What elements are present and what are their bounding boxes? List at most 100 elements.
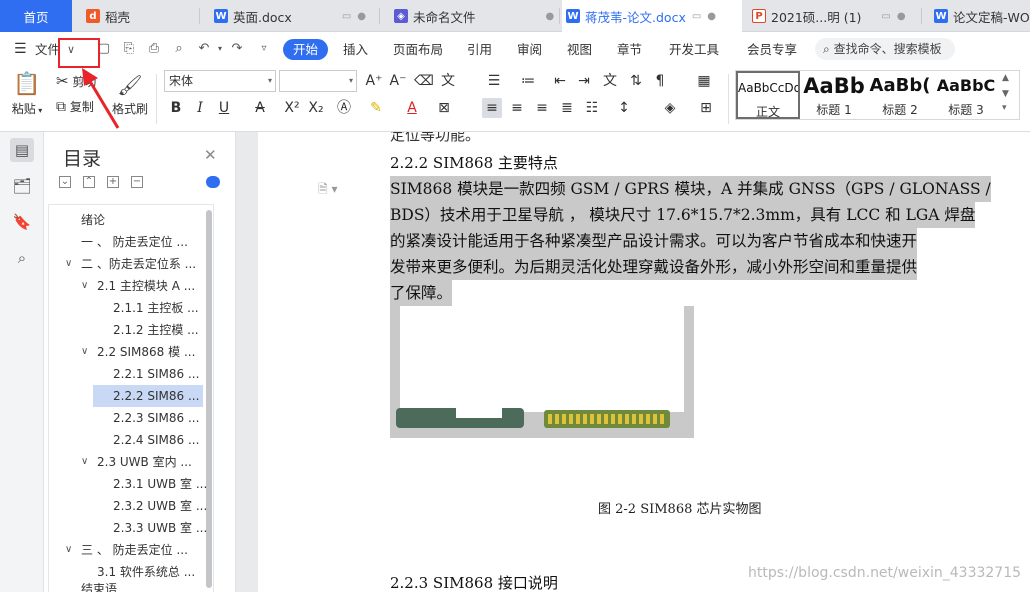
paragraph-menu-icon[interactable]: 🗎 ▾ <box>318 180 338 201</box>
tab-window-icon[interactable]: ▭ <box>881 11 890 22</box>
tab-dot-icon[interactable]: ● <box>357 11 366 22</box>
tab-member[interactable]: 会员专享 <box>747 39 797 60</box>
style-heading2[interactable]: AaBb( 标题 2 <box>868 71 932 119</box>
bookmark-icon[interactable]: 🔖 <box>10 210 34 234</box>
tab-pdf[interactable]: P 2021硕...明 (1) ▭ ● <box>742 0 922 32</box>
decrease-indent-icon[interactable]: ⇤ <box>550 71 570 91</box>
toc-scrollbar[interactable] <box>206 210 212 588</box>
tab-final-thesis[interactable]: W 论文定稿-WOR <box>922 0 1030 32</box>
print-icon[interactable]: ⎙ <box>146 41 162 57</box>
toc-item[interactable]: 2.1.2 主控模 ... <box>49 319 213 341</box>
toc-panel-icon[interactable]: ▤ <box>10 138 34 162</box>
tab-chapter[interactable]: 章节 <box>617 39 642 60</box>
align-left-icon[interactable]: ≡ <box>482 98 502 118</box>
tab-references[interactable]: 引用 <box>467 39 492 60</box>
tab-unnamed[interactable]: ◈ 未命名文件 ● <box>380 0 560 32</box>
font-color-icon[interactable]: A <box>402 98 422 118</box>
tab-review[interactable]: 审阅 <box>517 39 542 60</box>
file-menu[interactable]: 文件 <box>35 39 60 60</box>
tab-dot-icon[interactable]: ● <box>707 11 716 22</box>
hamburger-icon[interactable]: ☰ <box>14 39 27 60</box>
save-icon[interactable]: ⎘ <box>121 41 137 57</box>
chevron-down-icon[interactable]: ∨ <box>81 341 88 363</box>
clear-format-icon[interactable]: ⌫ <box>414 71 434 91</box>
toc-item[interactable]: 2.3.2 UWB 室 ... <box>49 495 213 517</box>
toc-item[interactable]: ∨ 2.3 UWB 室内 ... <box>49 451 213 473</box>
line-spacing-icon[interactable]: ↕ <box>614 98 634 118</box>
copy-button[interactable]: ⧉ 复制 <box>56 98 106 115</box>
tab-window-icon[interactable]: ▭ <box>342 11 351 22</box>
scroll-down-icon[interactable]: ▼ <box>1002 89 1009 99</box>
toc-item[interactable]: 结束语 <box>49 583 213 592</box>
align-right-icon[interactable]: ≡ <box>532 98 552 118</box>
highlight-icon[interactable]: ✎ <box>366 98 386 118</box>
print-preview-icon[interactable]: ⌕ <box>171 41 187 57</box>
toc-item[interactable]: 一 、 防走丢定位 ... <box>49 231 213 253</box>
increase-indent-icon[interactable]: ⇥ <box>574 71 594 91</box>
char-border-icon[interactable]: ⊠ <box>434 98 454 118</box>
tab-start[interactable]: 开始 <box>283 39 329 60</box>
toc-item-selected[interactable]: 2.2.2 SIM86 ... <box>93 385 203 407</box>
chinese-layout-icon[interactable]: 文 <box>600 71 620 91</box>
format-painter-button[interactable]: 🖌 格式刷 <box>108 70 152 117</box>
add-icon[interactable]: + <box>107 176 119 188</box>
toc-item[interactable]: 2.3.3 UWB 室 ... <box>49 517 213 539</box>
text-effect-icon[interactable]: Ⓐ <box>334 98 354 118</box>
toc-item[interactable]: 2.2.1 SIM86 ... <box>49 363 213 385</box>
borders-icon[interactable]: ⊞ <box>696 98 716 118</box>
tab-active-thesis[interactable]: W 蒋茂苇-论文.docx ▭ ● <box>562 0 742 32</box>
toc-item[interactable]: 2.1.1 主控板 ... <box>49 297 213 319</box>
tab-doc-english[interactable]: W 英面.docx ▭ ● <box>200 0 380 32</box>
tab-dot-icon[interactable]: ● <box>546 11 555 22</box>
shading-icon[interactable]: ◈ <box>660 98 680 118</box>
expand-icon[interactable]: ⌃ <box>83 176 95 188</box>
sort-icon[interactable]: ⇅ <box>626 71 646 91</box>
tab-docer[interactable]: d 稻壳 <box>72 0 200 32</box>
style-heading3[interactable]: AaBbC 标题 3 <box>934 71 998 119</box>
toc-item[interactable]: 3.1 软件系统总 ... <box>49 561 213 583</box>
tab-developer[interactable]: 开发工具 <box>669 39 719 60</box>
chevron-down-icon[interactable]: ∨ <box>65 253 72 275</box>
chevron-down-icon[interactable]: ∨ <box>65 539 72 561</box>
strikethrough-icon[interactable]: A <box>250 98 270 118</box>
expand-styles-icon[interactable]: ▾ <box>1002 103 1007 113</box>
undo-icon[interactable]: ↶ <box>196 41 212 57</box>
bold-icon[interactable]: B <box>166 98 186 118</box>
toc-item[interactable]: ∨ 二 、防走丢定位系 ... <box>49 253 213 275</box>
superscript-icon[interactable]: X² <box>282 98 302 118</box>
phonetic-icon[interactable]: 文 <box>438 71 458 91</box>
style-normal[interactable]: AaBbCcDd 正文 <box>736 71 800 119</box>
scroll-up-icon[interactable]: ▲ <box>1002 73 1009 83</box>
cut-button[interactable]: ✂ 剪切 <box>56 72 106 90</box>
tab-insert[interactable]: 插入 <box>343 39 368 60</box>
italic-icon[interactable]: I <box>190 98 210 118</box>
search-icon[interactable]: ⌕ <box>10 246 34 270</box>
tab-home[interactable]: 首页 <box>0 0 72 32</box>
undo-dropdown-icon[interactable]: ▾ <box>212 41 228 57</box>
distributed-icon[interactable]: ☷ <box>582 98 602 118</box>
grow-font-icon[interactable]: A⁺ <box>364 71 384 91</box>
chevron-down-icon[interactable]: ∨ <box>81 275 88 297</box>
toc-item[interactable]: ∨ 2.2 SIM868 模 ... <box>49 341 213 363</box>
toc-item[interactable]: ∨ 2.1 主控模块 A ... <box>49 275 213 297</box>
toc-item[interactable]: ∨ 三 、 防走丢定位 ... <box>49 539 213 561</box>
customize-dropdown-icon[interactable]: ▿ <box>256 41 272 57</box>
shrink-font-icon[interactable]: A⁻ <box>388 71 408 91</box>
font-size-select[interactable]: ▾ <box>279 70 357 92</box>
tab-window-icon[interactable]: ▭ <box>692 11 701 22</box>
chapter-nav-icon[interactable]: 🗂 <box>10 174 34 198</box>
toc-item[interactable]: 绪论 <box>49 209 213 231</box>
underline-icon[interactable]: U <box>214 98 234 118</box>
toc-item[interactable]: 2.2.3 SIM86 ... <box>49 407 213 429</box>
command-search[interactable]: ⌕ 查找命令、搜索模板 <box>815 38 955 60</box>
redo-icon[interactable]: ↷ <box>229 41 245 57</box>
tab-view[interactable]: 视图 <box>567 39 592 60</box>
tab-page-layout[interactable]: 页面布局 <box>393 39 443 60</box>
align-center-icon[interactable]: ≡ <box>507 98 527 118</box>
remove-icon[interactable]: − <box>131 176 143 188</box>
subscript-icon[interactable]: X₂ <box>306 98 326 118</box>
font-name-select[interactable]: 宋体 ▾ <box>164 70 276 92</box>
chip-photo[interactable] <box>390 306 694 438</box>
justify-icon[interactable]: ≣ <box>557 98 577 118</box>
table-icon[interactable]: ▦ <box>694 71 714 91</box>
